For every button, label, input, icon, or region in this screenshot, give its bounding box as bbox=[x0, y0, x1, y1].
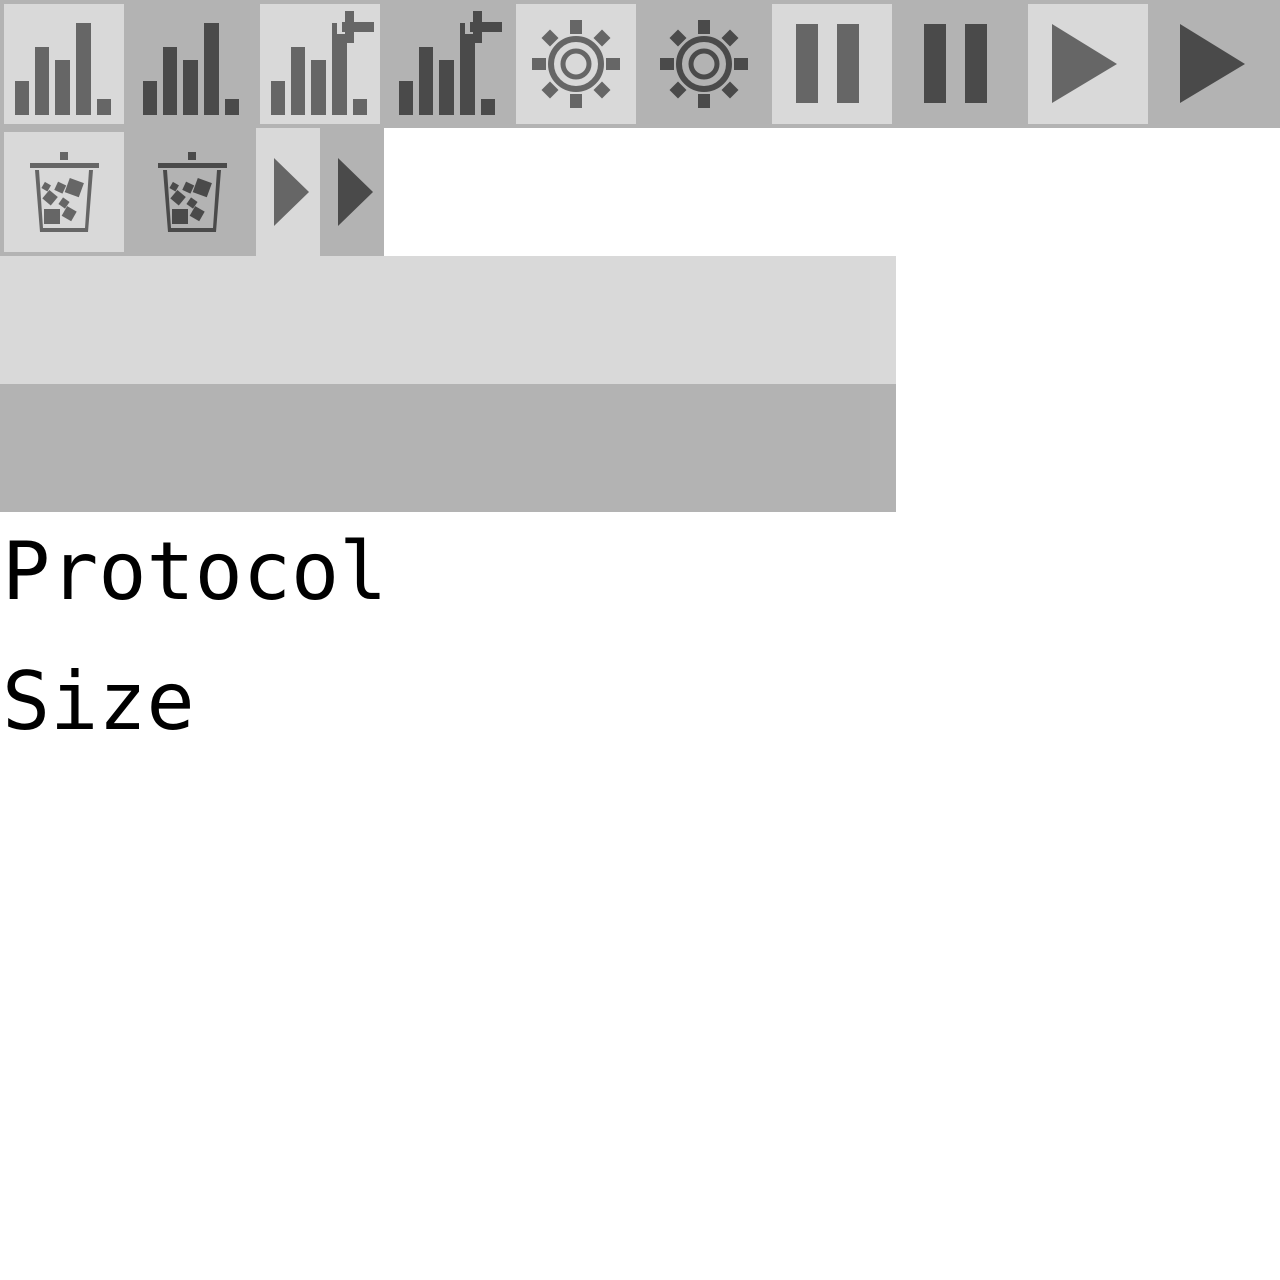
bar-chart-add-icon bbox=[399, 11, 502, 115]
expand-arrow-tile-light[interactable] bbox=[256, 128, 320, 256]
play-tile-dark[interactable] bbox=[1152, 0, 1280, 128]
trash-icon bbox=[4, 132, 124, 252]
play-tile-light[interactable] bbox=[1024, 0, 1152, 128]
gear-tile-light[interactable] bbox=[512, 0, 640, 128]
play-icon bbox=[1180, 24, 1245, 103]
expand-arrow-tile-dark[interactable] bbox=[320, 128, 384, 256]
bar-chart-icon bbox=[4, 4, 124, 124]
pause-icon bbox=[924, 24, 987, 103]
bar-chart-add-tile-light[interactable] bbox=[256, 0, 384, 128]
bar-chart-tile-light[interactable] bbox=[0, 0, 128, 128]
header-background-light bbox=[0, 256, 896, 384]
play-icon bbox=[1028, 4, 1148, 124]
header-background-dark bbox=[0, 384, 896, 512]
gear-tile-dark[interactable] bbox=[640, 0, 768, 128]
pause-icon bbox=[772, 4, 892, 124]
trash-tile-light[interactable] bbox=[0, 128, 128, 256]
pause-tile-light[interactable] bbox=[768, 0, 896, 128]
gear-icon bbox=[640, 0, 768, 128]
bar-chart-tile-dark[interactable] bbox=[128, 0, 256, 128]
pause-tile-dark[interactable] bbox=[896, 0, 1024, 128]
trash-icon bbox=[158, 152, 227, 232]
expand-arrow-icon bbox=[274, 158, 309, 226]
size-label: Size bbox=[2, 655, 195, 748]
expand-arrow-icon bbox=[338, 158, 373, 226]
bar-chart-add-icon bbox=[260, 4, 380, 124]
bar-chart-icon bbox=[143, 23, 239, 115]
trash-tile-dark[interactable] bbox=[128, 128, 256, 256]
protocol-label: Protocol bbox=[2, 525, 388, 618]
bar-chart-add-tile-dark[interactable] bbox=[384, 0, 512, 128]
gear-icon bbox=[516, 4, 636, 124]
